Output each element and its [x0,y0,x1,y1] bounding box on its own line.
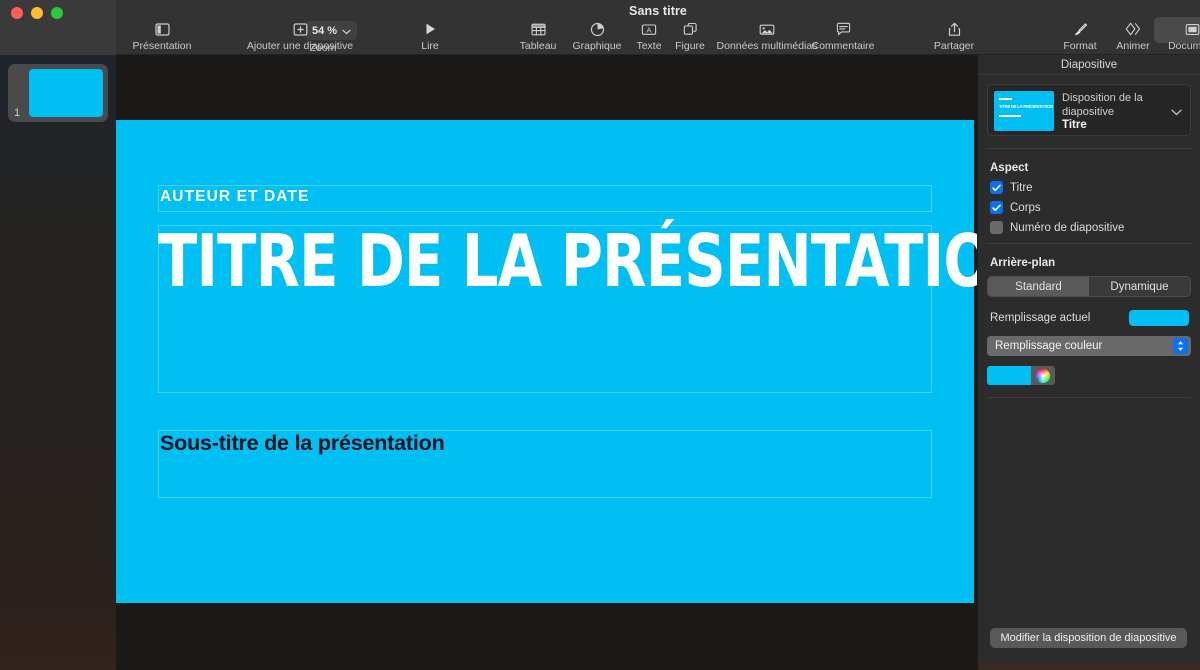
media-image-icon [759,19,775,39]
window-bottom-edge [978,663,1200,670]
current-fill-row: Remplissage actuel [990,310,1189,326]
checkbox-checked-icon[interactable] [990,201,1003,214]
text-box-icon: A [641,19,657,39]
layout-thumb-title: TITRE DE LA PRÉSENTATION [999,104,1053,109]
window-titlebar-left [0,0,116,55]
current-fill-swatch[interactable] [1129,310,1189,326]
table-button[interactable]: Tableau [512,19,564,52]
fill-type-value: Remplissage couleur [995,340,1103,352]
share-button[interactable]: Partager [921,19,987,52]
text-label: Texte [636,40,662,52]
checkbox-label-titre: Titre [1010,181,1033,194]
comment-button[interactable]: Commentaire [800,19,886,52]
animate-label: Animer [1116,40,1150,52]
appearance-section-title: Aspect [990,162,1029,174]
layout-thumb-subtitle-bar [999,115,1021,117]
slide-navigator-sidebar: 1 [0,0,116,670]
fill-color-swatch[interactable] [987,366,1031,385]
checkbox-row-titre[interactable]: Titre [987,181,1191,194]
current-fill-label: Remplissage actuel [990,312,1091,324]
author-text[interactable]: AUTEUR ET DATE [160,188,309,206]
background-mode-segmented-control[interactable]: Standard Dynamique [987,276,1191,297]
segment-dynamique[interactable]: Dynamique [1089,277,1190,296]
add-slide-button[interactable]: Ajouter une diapositive [230,19,370,52]
checkbox-row-corps[interactable]: Corps [987,201,1191,214]
comment-label: Commentaire [811,40,875,52]
minimize-icon[interactable] [31,7,43,19]
comment-bubble-icon [836,19,851,39]
slide-layout-selector[interactable]: TITRE DE LA PRÉSENTATION Disposition de … [987,84,1191,136]
format-button[interactable]: Format [1054,19,1106,52]
traffic-lights [11,7,63,19]
editor-row: AUTEUR ET DATE TITRE DE LA PRÉSENTATION … [116,55,1200,670]
document-label: Document [1168,40,1200,52]
inspector-header-title: Diapositive [978,55,1200,75]
plus-box-icon [293,19,308,39]
layout-thumbnail: TITRE DE LA PRÉSENTATION [994,91,1054,131]
shape-label: Figure [675,40,705,52]
checkbox-label-corps: Corps [1010,201,1041,214]
view-panes-icon [154,19,170,39]
layout-value: Titre [1062,119,1087,131]
layout-thumb-author-bar [999,98,1012,100]
play-button[interactable]: Lire [410,19,450,52]
divider-3 [987,397,1191,398]
format-inspector-panel: Diapositive TITRE DE LA PRÉSENTATION Dis… [977,55,1200,670]
table-label: Tableau [519,40,557,52]
share-label: Partager [933,40,975,52]
shapes-icon [683,19,698,39]
slide-thumbnail-1[interactable]: 1 [8,64,108,122]
checkbox-label-slide-number: Numéro de diapositive [1010,221,1125,234]
stepper-arrows-icon[interactable] [1173,338,1188,354]
paintbrush-icon [1073,19,1088,39]
document-icon [1185,19,1200,39]
play-label: Lire [421,40,439,52]
presentation-view-button[interactable]: Présentation [122,19,202,52]
divider-1 [987,148,1191,149]
chart-label: Graphique [572,40,622,52]
divider-2 [987,243,1191,244]
layout-caption: Disposition de la diapositive [1062,92,1143,118]
checkbox-row-slide-number[interactable]: Numéro de diapositive [987,221,1191,234]
window-title: Sans titre [629,4,687,18]
layout-caption-wrap: Disposition de la diapositive Titre [1062,91,1184,133]
slide-thumbnail-image [29,69,103,117]
inspector-body: TITRE DE LA PRÉSENTATION Disposition de … [978,75,1200,398]
chart-button[interactable]: Graphique [564,19,630,52]
text-button[interactable]: A Texte [627,19,671,52]
modify-slide-layout-button[interactable]: Modifier la disposition de diapositive [990,628,1187,648]
svg-text:A: A [646,25,651,34]
title-text[interactable]: TITRE DE LA PRÉSENTATION [158,224,1040,298]
format-label: Format [1063,40,1097,52]
slide-canvas[interactable]: AUTEUR ET DATE TITRE DE LA PRÉSENTATION … [116,55,1040,670]
play-icon [424,19,437,39]
pie-chart-icon [590,19,605,39]
checkbox-unchecked-icon[interactable] [990,221,1003,234]
checkbox-checked-icon[interactable] [990,181,1003,194]
presentation-label: Présentation [132,40,192,52]
background-section-title: Arrière-plan [990,257,1056,269]
animate-diamonds-icon [1125,19,1142,39]
add-slide-label: Ajouter une diapositive [246,40,354,52]
document-button[interactable]: Document [1161,19,1200,52]
slide-number-label: 1 [14,107,21,119]
animate-button[interactable]: Animer [1108,19,1158,52]
segment-standard[interactable]: Standard [988,277,1089,296]
chevron-down-icon[interactable] [1171,103,1182,121]
color-swatch-row[interactable] [987,366,1191,385]
maximize-icon[interactable] [51,7,63,19]
color-wheel-button[interactable] [1031,366,1055,385]
keynote-window: 1 Sans titre Présentation 54 % Zoom Ajou… [0,0,1200,670]
close-icon[interactable] [11,7,23,19]
fill-type-dropdown[interactable]: Remplissage couleur [987,336,1191,356]
main-column: Sans titre Présentation 54 % Zoom Ajoute… [116,0,1200,670]
color-wheel-icon [1036,368,1050,383]
table-icon [530,19,546,39]
toolbar: Sans titre Présentation 54 % Zoom Ajoute… [116,0,1200,55]
share-upload-icon [948,19,961,39]
slide-surface[interactable]: AUTEUR ET DATE TITRE DE LA PRÉSENTATION … [116,120,1040,603]
subtitle-text[interactable]: Sous-titre de la présentation [160,431,445,456]
